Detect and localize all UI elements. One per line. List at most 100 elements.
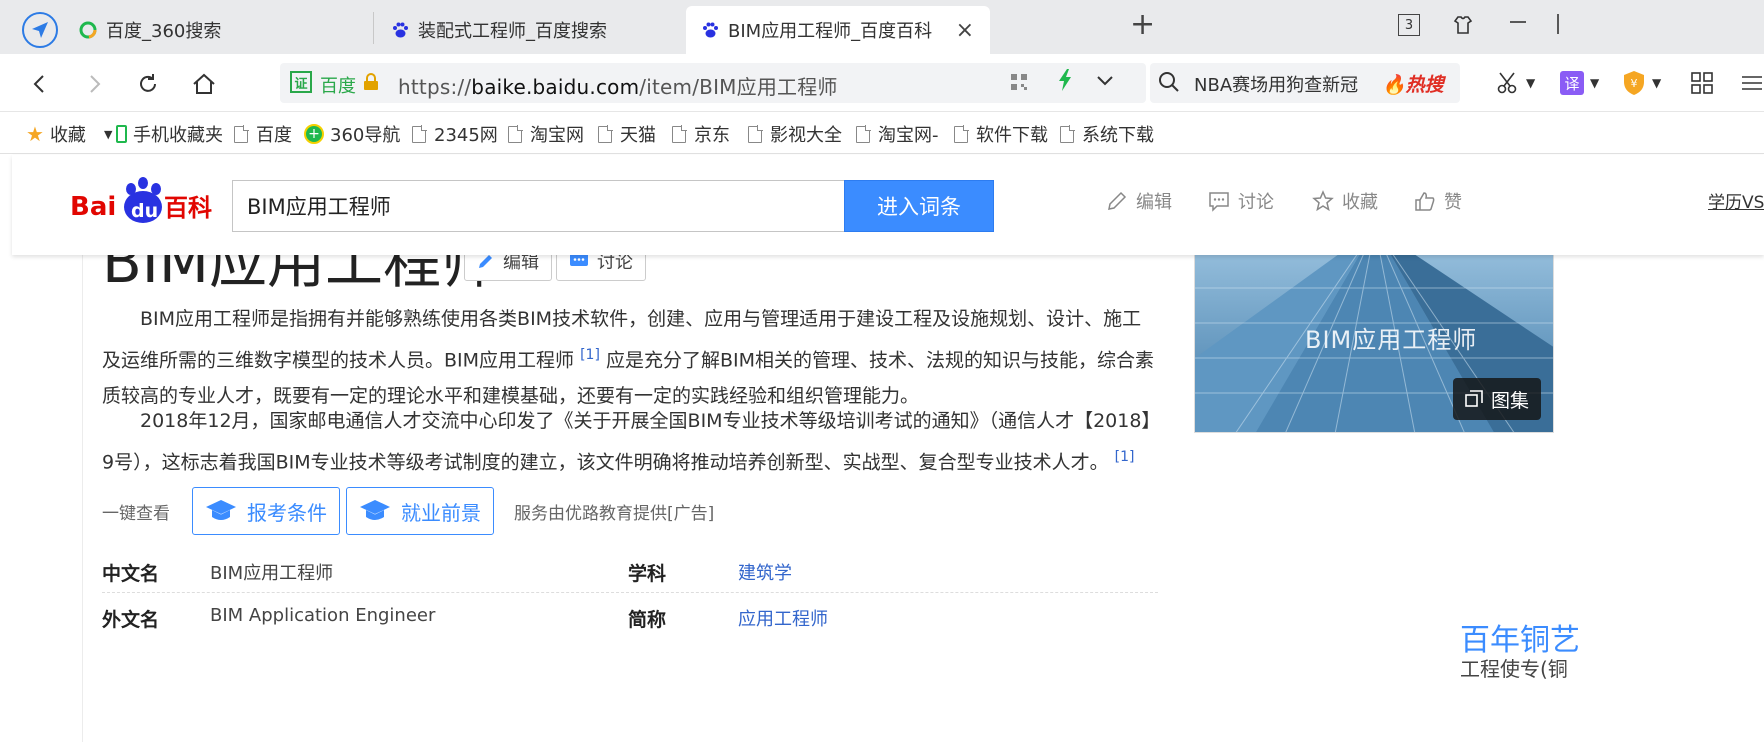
info-key: 外文名 [102,609,160,631]
tab-label: BIM应用工程师_百度百科 [728,21,933,42]
search-box[interactable]: NBA赛场用狗查新冠 🔥热搜 [1150,63,1460,103]
bookmark-taobao-2[interactable]: 淘宝网- [856,121,939,147]
baike-search-input[interactable] [232,180,844,232]
document-icon [954,125,969,143]
360-nav-icon: + [304,124,324,144]
skin-icon[interactable] [1452,14,1474,41]
url-text[interactable]: https://baike.baidu.com/item/BIM应用工程师 [398,71,838,100]
bookmark-360-nav[interactable]: + 360导航 [304,121,400,147]
header-edit-link[interactable]: 编辑 [1106,188,1172,214]
document-icon [598,125,613,143]
info-value: BIM应用工程师 [210,563,334,584]
info-key: 简称 [628,609,667,631]
bookmark-jd[interactable]: 京东 [672,121,730,147]
search-query[interactable]: NBA赛场用狗查新冠 [1194,71,1369,97]
info-key: 学科 [628,563,667,585]
search-icon[interactable] [1158,71,1180,93]
baidu-paw-icon [390,20,410,40]
apps-grid-icon[interactable] [1690,68,1714,98]
tab-label: 百度_360搜索 [106,21,222,42]
career-prospects-button[interactable]: 就业前景 [346,487,494,535]
graduation-cap-icon [206,500,236,520]
chevron-down-icon[interactable] [1096,71,1114,94]
chat-icon [1209,192,1229,212]
ad-subtitle[interactable]: 工程使专(铜 [1460,653,1568,682]
header-like-link[interactable]: 赞 [1414,188,1462,214]
thumbs-up-icon [1415,192,1435,211]
new-tab-button[interactable]: + [1130,10,1155,40]
summary-paragraph-1: BIM应用工程师是指拥有并能够熟练使用各类BIM技术软件，创建、应用与管理适用于… [102,308,1154,408]
bookmark-favorites[interactable]: ★ 收藏 ▼ [26,121,112,147]
translate-button[interactable]: 译 ▼ [1560,68,1599,98]
svg-text:du: du [131,200,158,222]
album-gallery-button[interactable]: 图集 [1453,378,1541,420]
bookmarks-bar: ★ 收藏 ▼ 手机收藏夹 百度 + 360导航 2345网 淘宝网 天猫 京东 … [0,112,1764,154]
bookmark-video[interactable]: 影视大全 [748,121,842,147]
screenshot-scissors-icon[interactable]: ▼ [1496,68,1535,98]
info-key: 中文名 [102,563,160,585]
svg-text:百科: 百科 [164,194,212,222]
tab-baidu-search[interactable]: 装配式工程师_百度搜索 [390,6,680,54]
tab-count-badge[interactable]: 3 [1398,14,1420,36]
info-value-link[interactable]: 建筑学 [738,559,792,585]
baidu-baike-logo[interactable]: Bai du 百科 [70,175,235,235]
star-icon: ★ [26,122,44,146]
tab-bim-baike[interactable]: BIM应用工程师_百度百科 × [686,6,990,54]
refresh-button[interactable] [130,66,166,102]
svg-text:Bai: Bai [70,192,116,222]
edu-link[interactable]: 学历VS [1708,188,1764,213]
info-row: 中文名 BIM应用工程师 学科 建筑学 [102,547,1158,593]
exam-conditions-button[interactable]: 报考条件 [192,487,340,535]
baike-search-field[interactable] [233,181,844,231]
maximize-icon[interactable] [1556,14,1564,39]
baike-header: Bai du 百科 进入词条 编辑 讨论 收藏 赞 学历VS [12,155,1764,255]
info-value-link[interactable]: 应用工程师 [738,605,828,631]
qr-code-icon[interactable] [1010,73,1030,93]
header-discuss-link[interactable]: 讨论 [1208,188,1274,214]
close-tab-icon[interactable]: × [956,18,974,43]
svg-text:¥: ¥ [1631,77,1638,90]
bookmark-tmall[interactable]: 天猫 [598,121,656,147]
bookmark-system[interactable]: 系统下载 [1060,121,1154,147]
tab-360-search[interactable]: 百度_360搜索 [78,6,368,54]
lock-icon[interactable] [362,73,380,95]
sidebar-toggle-icon[interactable] [1740,68,1764,98]
citation-link[interactable]: [1] [1115,449,1135,465]
caret-down-icon[interactable]: ▼ [104,128,112,141]
speed-mode-icon[interactable] [1058,69,1072,97]
baidu-paw-icon [700,20,720,40]
quick-view-label: 一键查看 [102,504,170,524]
360-search-icon [78,20,98,40]
info-value: BIM Application Engineer [210,605,436,626]
bookmark-2345[interactable]: 2345网 [412,121,498,147]
browser-menu-icon[interactable] [22,12,58,48]
info-row: 外文名 BIM Application Engineer 简称 应用工程师 [102,593,1158,639]
album-caption: BIM应用工程师 [1305,326,1478,354]
site-name: 百度 [320,76,356,97]
back-button[interactable] [22,66,58,102]
hot-search-badge[interactable]: 🔥热搜 [1382,70,1444,97]
document-icon [508,125,523,143]
shield-icon[interactable]: ¥ ▼ [1622,68,1661,98]
album-image[interactable]: BIM应用工程师 图集 [1194,227,1554,433]
bookmark-baidu[interactable]: 百度 [234,121,292,147]
bookmark-software[interactable]: 软件下载 [954,121,1048,147]
enter-entry-button[interactable]: 进入词条 [844,180,994,232]
gallery-icon [1465,390,1483,407]
header-collect-link[interactable]: 收藏 [1312,188,1378,214]
document-icon [748,125,763,143]
address-bar[interactable]: 证 百度 https://baike.baidu.com/item/BIM应用工… [280,63,1146,103]
forward-button[interactable] [76,66,112,102]
citation-link[interactable]: [1] [580,347,600,363]
bookmark-taobao[interactable]: 淘宝网 [508,121,584,147]
tab-bar: 百度_360搜索 装配式工程师_百度搜索 BIM应用工程师_百度百科 × + 3 [0,0,1764,54]
tab-label: 装配式工程师_百度搜索 [418,21,607,42]
certificate-icon[interactable]: 证 [290,71,312,93]
document-icon [672,125,687,143]
summary-paragraph-2: 2018年12月，国家邮电通信人才交流中心印发了《关于开展全国BIM专业技术等级… [102,410,1151,474]
home-button[interactable] [186,66,222,102]
document-icon [1060,125,1075,143]
bookmark-mobile[interactable]: 手机收藏夹 [116,121,223,147]
minimize-icon[interactable] [1508,10,1528,35]
document-icon [412,125,427,143]
